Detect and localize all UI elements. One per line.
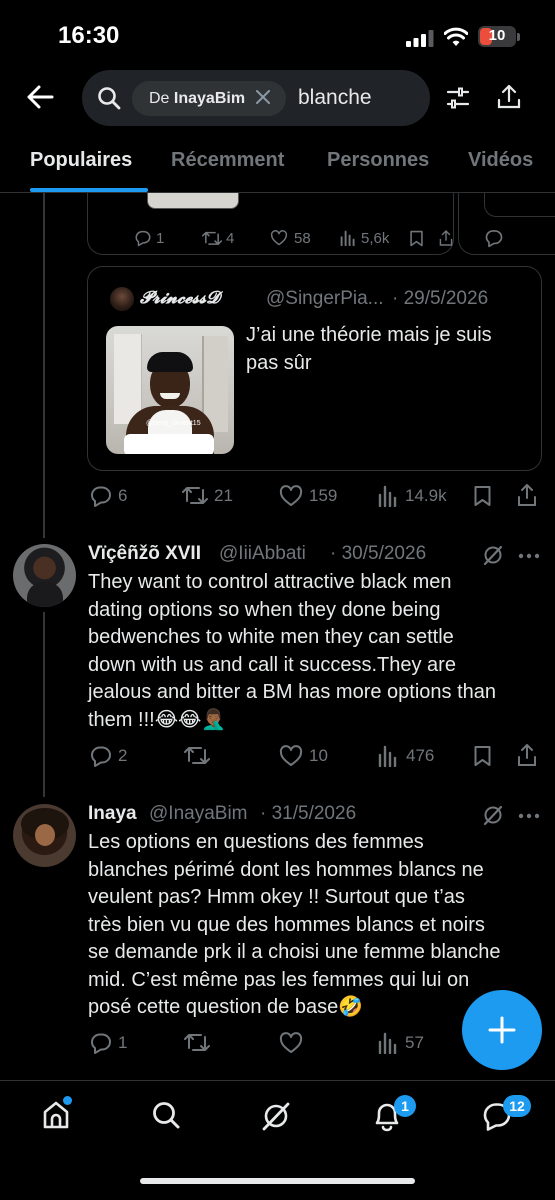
- quoted-text: J’ai une théorie mais je suis pas sûr: [246, 324, 492, 374]
- views-icon[interactable]: [378, 1032, 398, 1054]
- search-icon: [97, 86, 121, 110]
- views-count: 5,6k: [361, 230, 390, 247]
- grok-icon[interactable]: [482, 544, 504, 566]
- reply-icon[interactable]: [89, 1031, 113, 1055]
- more-options-icon[interactable]: [518, 813, 540, 819]
- reply2-date: · 31/5/2026: [260, 803, 357, 824]
- person-cap: [147, 352, 193, 372]
- views-icon[interactable]: [340, 230, 356, 246]
- reply-count: 6: [118, 486, 128, 505]
- grok-icon[interactable]: [482, 804, 504, 826]
- repost-icon[interactable]: [184, 744, 210, 766]
- wifi-icon: [444, 27, 468, 47]
- quoted-date: · 29/5/2026: [392, 288, 489, 309]
- reply-icon[interactable]: [89, 744, 113, 768]
- video-watermark: @benji_duvent15: [146, 420, 201, 427]
- repost-icon[interactable]: [184, 1031, 210, 1053]
- like-icon[interactable]: [270, 230, 288, 246]
- tab-personnes[interactable]: Personnes: [327, 149, 429, 172]
- avatar[interactable]: [13, 544, 76, 607]
- notifications-badge: 1: [394, 1095, 416, 1117]
- views-icon[interactable]: [378, 745, 398, 767]
- battery-cap: [517, 33, 520, 41]
- status-time: 16:30: [58, 22, 120, 49]
- share-icon[interactable]: [497, 84, 521, 110]
- repost-icon[interactable]: [202, 229, 222, 247]
- tab-populaires[interactable]: Populaires: [30, 149, 132, 172]
- search-icon[interactable]: [151, 1100, 181, 1130]
- share-icon[interactable]: [439, 229, 453, 247]
- messages-badge: 12: [503, 1095, 531, 1117]
- reply1-author-name[interactable]: Vïçêñžõ XVII: [88, 543, 201, 565]
- reply-icon[interactable]: [89, 484, 113, 508]
- bookmark-icon[interactable]: [409, 230, 424, 247]
- repost-count: 21: [214, 486, 233, 505]
- views-count: 14.9k: [405, 486, 447, 505]
- close-icon[interactable]: [256, 90, 270, 104]
- like-icon[interactable]: [279, 745, 303, 767]
- embedded-comment-bubble: [124, 434, 214, 454]
- reply-count: 1: [156, 230, 165, 247]
- reply-icon[interactable]: [134, 229, 152, 247]
- grok-icon[interactable]: [260, 1100, 292, 1132]
- share-icon[interactable]: [517, 483, 537, 507]
- filter-sliders-icon[interactable]: [446, 86, 470, 110]
- thread-line: [43, 193, 45, 538]
- reply2-author-name[interactable]: Inaya: [88, 803, 137, 825]
- chip-user: InayaBim: [173, 90, 246, 107]
- views-icon[interactable]: [378, 485, 398, 507]
- like-icon[interactable]: [279, 485, 303, 507]
- thread-line: [43, 612, 45, 797]
- battery-indicator: 10: [478, 26, 516, 47]
- quoted-author-handle: @SingerPia...: [266, 288, 384, 309]
- previous-quote-media: [147, 193, 239, 209]
- quoted-author-name: 𝓟𝓻𝓲𝓷𝓬𝓮𝓼𝓼𝓓: [140, 288, 220, 308]
- quoted-avatar: [110, 287, 134, 311]
- quoted-video-thumbnail[interactable]: @benji_duvent15: [106, 326, 234, 454]
- tab-recemment[interactable]: Récemment: [171, 149, 284, 172]
- bookmark-icon[interactable]: [473, 745, 492, 767]
- more-options-icon[interactable]: [518, 553, 540, 559]
- home-unread-dot: [63, 1096, 72, 1105]
- chip-prefix: De: [149, 90, 170, 107]
- battery-level: 10: [488, 27, 506, 44]
- bookmark-icon[interactable]: [473, 485, 492, 507]
- reply1-text: They want to control attractive black me…: [88, 571, 497, 731]
- repost-count: 4: [226, 230, 235, 247]
- reply2-author-handle[interactable]: @InayaBim: [149, 803, 248, 825]
- avatar[interactable]: [13, 804, 76, 867]
- reply-icon[interactable]: [484, 228, 504, 248]
- like-icon[interactable]: [279, 1032, 303, 1054]
- home-indicator: [140, 1178, 415, 1184]
- reply2-text: Les options en questions des femmes blan…: [88, 831, 501, 1018]
- plus-icon: [488, 1016, 516, 1044]
- views-count: 57: [405, 1033, 424, 1052]
- reply1-date: · 30/5/2026: [330, 543, 427, 564]
- reply-count: 2: [118, 746, 128, 765]
- back-arrow-icon[interactable]: [26, 84, 54, 110]
- tab-videos[interactable]: Vidéos: [468, 149, 533, 172]
- adjacent-card-inner: [484, 193, 555, 217]
- cellular-signal-icon: [406, 30, 434, 47]
- search-query[interactable]: blanche: [298, 86, 372, 110]
- share-icon[interactable]: [517, 743, 537, 767]
- compose-button[interactable]: [462, 990, 542, 1070]
- like-count: 10: [309, 746, 328, 765]
- like-count: 58: [294, 230, 311, 247]
- reply-count: 1: [118, 1033, 128, 1052]
- reply1-author-handle[interactable]: @IiiAbbati: [219, 543, 306, 565]
- like-count: 159: [309, 486, 338, 505]
- repost-icon[interactable]: [182, 484, 208, 506]
- views-count: 476: [406, 746, 435, 765]
